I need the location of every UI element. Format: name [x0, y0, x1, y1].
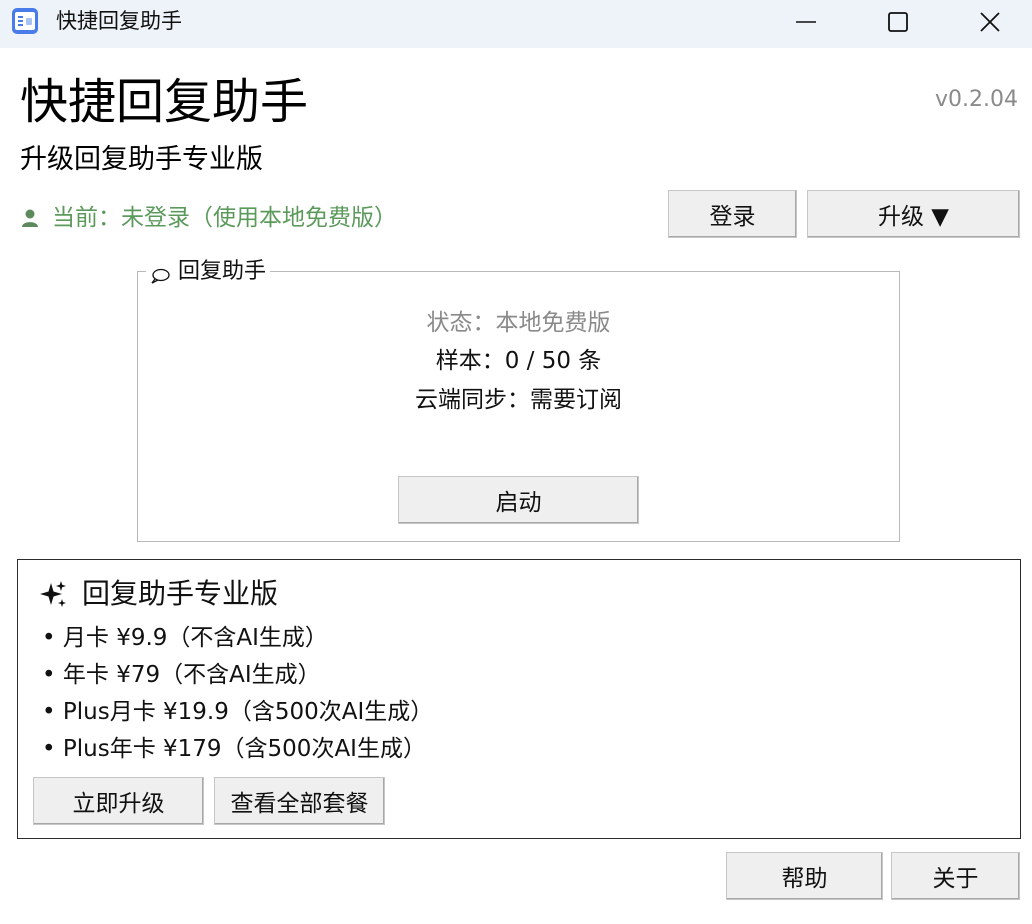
close-button[interactable] — [944, 0, 1032, 44]
minimize-icon — [796, 21, 816, 23]
start-button[interactable]: 启动 — [398, 476, 639, 524]
user-icon — [22, 209, 38, 227]
help-button[interactable]: 帮助 — [726, 852, 883, 900]
view-all-plans-button[interactable]: 查看全部套餐 — [214, 777, 385, 825]
cloud-sync-status: 云端同步：需要订阅 — [415, 387, 622, 413]
about-button[interactable]: 关于 — [891, 852, 1020, 900]
assistant-group-title: 回复助手 — [178, 259, 267, 284]
subtitle: 升级回复助手专业版 — [20, 144, 263, 175]
assistant-group-legend: 回复助手 — [146, 258, 271, 286]
plan-item: • 年卡 ¥79（不含AI生成） — [42, 662, 321, 688]
login-status: 当前：未登录（使用本地免费版） — [20, 200, 397, 231]
plan-item: • 月卡 ¥9.9（不含AI生成） — [42, 625, 328, 651]
window-title: 快捷回复助手 — [56, 9, 182, 33]
plan-item: • Plus年卡 ¥179（含500次AI生成） — [42, 736, 426, 762]
app-title: 快捷回复助手 — [20, 74, 309, 130]
version-label: v0.2.04 — [935, 87, 1018, 112]
sample-count: 样本：0 / 50 条 — [435, 348, 602, 374]
upgrade-now-button[interactable]: 立即升级 — [33, 777, 204, 825]
pro-panel-title: 回复助手专业版 — [38, 576, 278, 612]
login-status-text: 当前：未登录（使用本地免费版） — [52, 205, 397, 231]
pro-panel-title-text: 回复助手专业版 — [82, 577, 279, 610]
maximize-button[interactable] — [852, 0, 944, 44]
close-icon — [980, 12, 1000, 32]
speech-bubble-icon — [151, 268, 170, 284]
app-list-icon — [12, 8, 38, 34]
upgrade-dropdown-button[interactable]: 升级 ▼ — [807, 190, 1020, 238]
login-button[interactable]: 登录 — [668, 190, 797, 238]
plan-item: • Plus月卡 ¥19.9（含500次AI生成） — [42, 699, 434, 725]
title-bar: 快捷回复助手 — [0, 0, 1032, 48]
assistant-status: 状态：本地免费版 — [426, 310, 611, 336]
sparkle-icon — [40, 581, 66, 607]
minimize-button[interactable] — [760, 0, 852, 44]
maximize-icon — [888, 12, 908, 32]
